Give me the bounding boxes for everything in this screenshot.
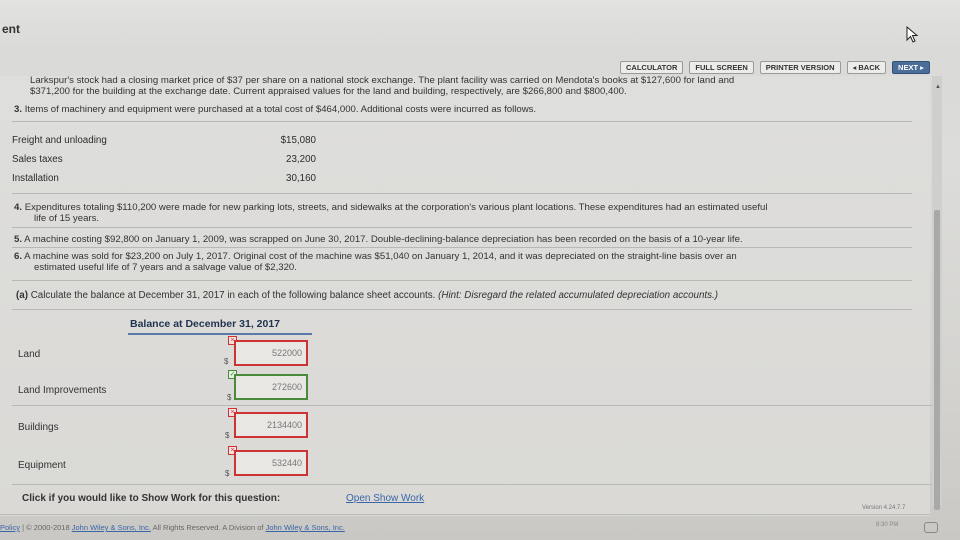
question-label: (a) [16,290,28,301]
divider [12,193,912,194]
balance-table-header: Balance at December 31, 2017 [130,318,281,330]
full-screen-button[interactable]: FULL SCREEN [689,60,754,74]
cost-value: 30,160 [286,173,316,184]
copyright-text: © 2000-2018 [26,523,70,532]
question-hint: (Hint: Disregard the related accumulated… [438,290,719,301]
land-balance-input[interactable]: 522000 [234,340,308,366]
item-6-line-1: 6. A machine was sold for $23,200 on Jul… [14,251,737,262]
balance-header-underline [128,333,312,335]
item-5: 5. A machine costing $92,800 on January … [14,234,743,245]
land-improvements-balance-input[interactable]: 272600 [234,374,308,400]
item-3: 3. Items of machinery and equipment were… [14,104,536,115]
account-label-buildings: Buildings [18,422,59,433]
question-text: Calculate the balance at December 31, 20… [30,290,436,301]
printer-version-button[interactable]: PRINTER VERSION [759,60,841,74]
cost-row: Sales taxes 23,200 [12,154,332,168]
cost-value: $15,080 [280,135,316,146]
cost-label: Freight and unloading [12,135,107,146]
item-4-number: 4. [14,202,23,213]
item-3-text: Items of machinery and equipment were pu… [24,104,537,115]
divider [12,227,912,228]
scroll-up-arrow-icon[interactable]: ▲ [935,84,941,90]
currency-symbol: $ [224,357,229,366]
division-link[interactable]: John Wiley & Sons, Inc. [266,523,345,532]
top-bar: ent [0,0,960,52]
footer-divider [0,514,930,515]
buildings-balance-input[interactable]: 2134400 [234,412,308,438]
show-work-prompt: Click if you would like to Show Work for… [22,493,281,504]
cost-row: Freight and unloading $15,080 [12,135,332,149]
account-label-equipment: Equipment [18,460,66,471]
back-button[interactable]: ◂ BACK [846,60,887,74]
problem-intro-line-1: Larkspur's stock had a closing market pr… [30,75,735,86]
cost-label: Installation [12,173,59,184]
cost-row: Installation 30,160 [12,173,332,187]
currency-symbol: $ [227,393,232,402]
cost-value: 23,200 [286,154,316,165]
cursor-icon [906,26,919,43]
item-4-line-1: 4. Expenditures totaling $110,200 were m… [14,202,767,213]
account-label-land: Land [18,349,41,360]
calculator-button[interactable]: CALCULATOR [620,60,684,74]
item-4-line-2: life of 15 years. [34,213,100,224]
item-6-line-2: estimated useful life of 7 years and a s… [34,262,297,273]
item-3-number: 3. [14,104,23,115]
item-6-number: 6. [14,251,23,262]
divider [12,121,912,122]
page-header-title: ent [2,22,20,36]
version-label: Version 4.24.7.7 [862,505,906,511]
next-button[interactable]: NEXT ▸ [892,60,930,74]
item-6-text: A machine was sold for $23,200 on July 1… [24,251,737,262]
divider [12,247,912,248]
divider [12,280,912,281]
chat-icon[interactable] [924,522,938,533]
company-link[interactable]: John Wiley & Sons, Inc. [72,523,151,532]
rights-text: All Rights Reserved. A Division of [152,523,264,532]
problem-intro-line-2: $371,200 for the building at the exchang… [30,86,627,97]
divider [12,405,932,406]
account-label-land-improvements: Land Improvements [18,385,107,396]
equipment-balance-input[interactable]: 532440 [234,450,308,476]
scrollbar-thumb[interactable] [934,210,940,510]
footer: Policy | © 2000-2018 John Wiley & Sons, … [0,523,345,532]
clock-time: 8:30 PM [876,522,899,528]
footer-separator: | [22,523,25,532]
item-4-text: Expenditures totaling $110,200 were made… [24,202,768,213]
currency-symbol: $ [225,431,230,440]
currency-symbol: $ [225,469,230,478]
divider [12,309,912,310]
policy-link[interactable]: Policy [0,523,20,532]
assignment-toolbar: CALCULATOR FULL SCREEN PRINTER VERSION ◂… [620,60,930,74]
item-5-text: A machine costing $92,800 on January 1, … [24,234,743,245]
cost-label: Sales taxes [12,154,63,165]
screen: ent CALCULATOR FULL SCREEN PRINTER VERSI… [0,0,960,540]
open-show-work-link[interactable]: Open Show Work [346,493,424,504]
divider [12,484,932,485]
item-5-number: 5. [14,234,23,245]
question-a: (a) Calculate the balance at December 31… [16,290,718,301]
